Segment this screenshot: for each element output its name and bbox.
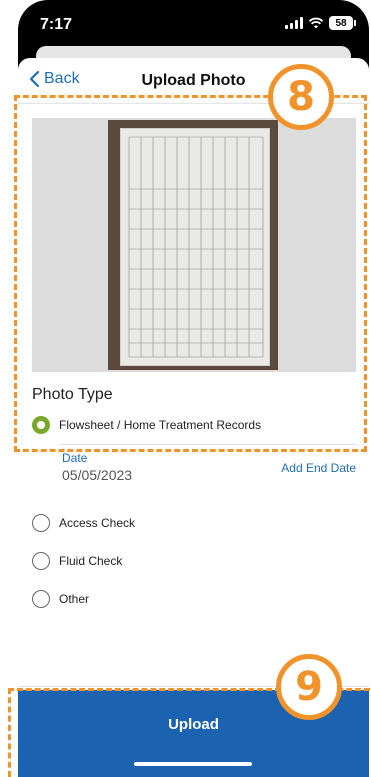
flowsheet-grid <box>128 136 264 358</box>
radio-unselected-icon[interactable] <box>32 590 50 608</box>
status-icons: 58 <box>285 16 356 30</box>
add-end-date-link[interactable]: Add End Date <box>281 461 356 475</box>
photo-type-title: Photo Type <box>32 386 113 403</box>
status-bar: 7:17 58 <box>18 0 369 44</box>
radio-option-other[interactable]: Other <box>32 590 89 608</box>
battery-icon: 58 <box>329 16 356 30</box>
status-time: 7:17 <box>40 16 73 33</box>
date-label: Date <box>62 451 88 465</box>
date-field[interactable]: Date 05/05/2023 Add End Date <box>60 444 358 490</box>
radio-unselected-icon[interactable] <box>32 552 50 570</box>
radio-option-fluid-check[interactable]: Fluid Check <box>32 552 122 570</box>
radio-label: Access Check <box>59 516 136 530</box>
photo-image <box>108 120 278 370</box>
upload-label: Upload <box>168 716 219 733</box>
annotation-badge-9: 9 <box>276 654 342 720</box>
signal-icon <box>285 17 303 29</box>
wifi-icon <box>309 17 323 29</box>
radio-selected-icon[interactable] <box>32 416 50 434</box>
radio-unselected-icon[interactable] <box>32 514 50 532</box>
flowsheet-paper <box>120 128 270 366</box>
radio-label: Flowsheet / Home Treatment Records <box>59 418 262 432</box>
home-indicator <box>134 762 252 766</box>
annotation-badge-8: 8 <box>268 64 334 130</box>
photo-preview <box>32 118 356 372</box>
radio-option-flowsheet[interactable]: Flowsheet / Home Treatment Records <box>32 416 261 434</box>
radio-option-access-check[interactable]: Access Check <box>32 514 135 532</box>
date-value[interactable]: 05/05/2023 <box>62 467 132 483</box>
radio-label: Fluid Check <box>59 554 123 568</box>
radio-label: Other <box>59 592 90 606</box>
